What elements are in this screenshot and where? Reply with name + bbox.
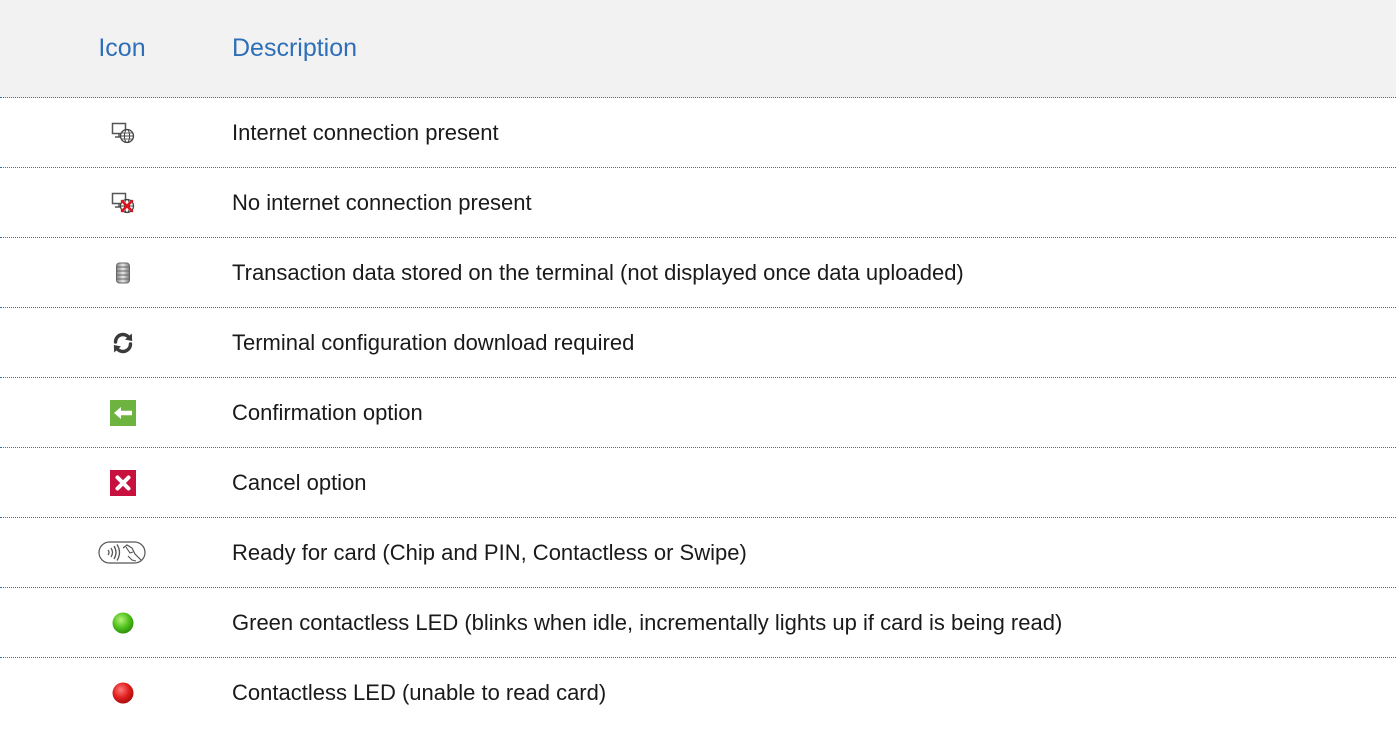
table-row: Transaction data stored on the terminal … bbox=[0, 238, 1396, 308]
stored-data-icon bbox=[115, 261, 131, 285]
table-row: No internet connection present bbox=[0, 168, 1396, 238]
cancel-x-icon bbox=[110, 469, 136, 496]
table-row: Internet connection present bbox=[0, 98, 1396, 168]
table-row: Green contactless LED (blinks when idle,… bbox=[0, 588, 1396, 658]
row-description: Terminal configuration download required bbox=[232, 329, 635, 355]
row-description: Green contactless LED (blinks when idle,… bbox=[232, 609, 1063, 635]
table-row: Ready for card (Chip and PIN, Contactles… bbox=[0, 518, 1396, 588]
table-row: Confirmation option bbox=[0, 378, 1396, 448]
icon-column-header: Icon bbox=[98, 34, 146, 62]
internet-connected-icon bbox=[111, 122, 135, 144]
icon-legend-table: Icon Description Internet connection pre… bbox=[0, 0, 1396, 728]
green-led-icon bbox=[111, 611, 135, 635]
table-row: Cancel option bbox=[0, 448, 1396, 518]
table-row: Terminal configuration download required bbox=[0, 308, 1396, 378]
row-description: No internet connection present bbox=[232, 189, 532, 215]
row-description: Transaction data stored on the terminal … bbox=[232, 259, 964, 285]
description-column-header: Description bbox=[232, 34, 358, 62]
no-internet-icon bbox=[111, 192, 135, 214]
row-description: Internet connection present bbox=[232, 119, 499, 145]
row-description: Confirmation option bbox=[232, 399, 423, 425]
red-led-icon bbox=[111, 681, 135, 705]
row-description: Contactless LED (unable to read card) bbox=[232, 680, 607, 705]
refresh-icon bbox=[111, 331, 135, 355]
table-row: Contactless LED (unable to read card) bbox=[0, 658, 1396, 728]
contactless-card-icon bbox=[98, 539, 148, 567]
confirm-arrow-icon bbox=[110, 399, 136, 426]
row-description: Cancel option bbox=[232, 469, 367, 495]
table-header: Icon Description bbox=[0, 0, 1396, 98]
row-description: Ready for card (Chip and PIN, Contactles… bbox=[232, 539, 747, 565]
